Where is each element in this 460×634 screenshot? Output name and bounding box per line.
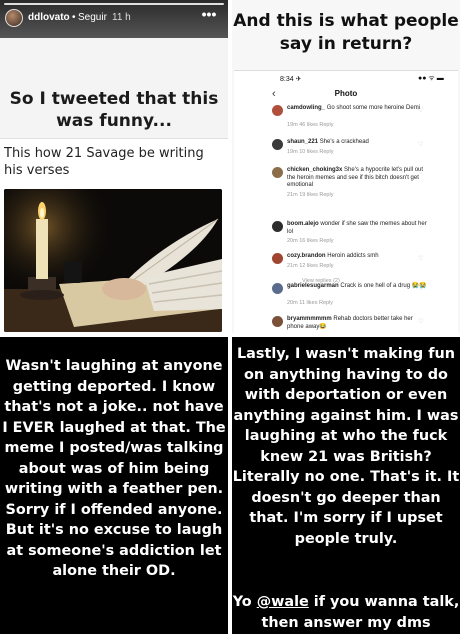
story-username[interactable]: ddlovato: [28, 12, 70, 23]
screen-title: Photo: [334, 89, 358, 98]
story-progress-bar: [4, 3, 224, 5]
more-options-icon[interactable]: •••: [196, 6, 222, 26]
comment-text: camdowling_ Go shoot some more heroine D…: [287, 105, 427, 113]
panel-heading: And this is what people say in return?: [233, 11, 459, 54]
comment-text: bryammmmmm Rehab doctors better take her…: [287, 316, 427, 331]
comment-text: gabrielesugarman Crack is one hell of a …: [287, 283, 427, 291]
follow-button[interactable]: Seguir: [78, 12, 107, 23]
candle-quill-photo: [4, 189, 222, 332]
comment-body: Crack is one hell of a drug 😭😭: [340, 283, 427, 289]
comment-body: Go shoot some more heroine Demi: [326, 105, 421, 111]
comment-username[interactable]: cozy.brandon: [287, 253, 326, 259]
avatar[interactable]: [5, 9, 23, 27]
story-text-mention: Yo @wale if you wanna talk, then answer …: [232, 592, 460, 633]
header-separator: •: [72, 12, 76, 23]
avatar[interactable]: [272, 253, 283, 264]
story-panel-comments: And this is what people say in return? 8…: [232, 0, 460, 333]
avatar[interactable]: [272, 283, 283, 294]
tweet-card: This how 21 Savage be writing his verses: [0, 138, 228, 333]
comment-meta[interactable]: 20m 11 likes Reply: [287, 300, 333, 306]
story-header: ddlovato • Seguir 11 h •••: [0, 0, 228, 38]
comment-text: shaun_221 She's a crackhead: [287, 139, 427, 147]
comment-meta[interactable]: 19m 46 likes Reply: [287, 122, 333, 128]
comment-meta[interactable]: 20m 16 likes Reply: [287, 238, 333, 244]
comment-meta[interactable]: 21m 12 likes Reply: [287, 263, 333, 269]
story-text-clarification: Lastly, I wasn't making fun on anything …: [232, 346, 460, 547]
story-timestamp: 11 h: [112, 12, 131, 23]
comment-body: She's a crackhead: [319, 139, 369, 145]
mention-link[interactable]: @wale: [257, 594, 309, 610]
avatar[interactable]: [272, 167, 283, 178]
comment-username[interactable]: chicken_choking3x: [287, 167, 342, 173]
comment-username[interactable]: camdowling_: [287, 105, 325, 111]
comment-username[interactable]: bryammmmmm: [287, 316, 332, 322]
comment-text: cozy.brandon Heroin addicts smh: [287, 253, 427, 261]
status-icons: ●● ᯤ ▬: [418, 75, 444, 82]
tweet-text: This how 21 Savage be writing his verses: [4, 146, 204, 178]
heart-icon[interactable]: ♡: [418, 169, 423, 176]
avatar[interactable]: [272, 221, 283, 232]
candle-quill-illustration: [4, 189, 222, 332]
comment-text: boom.alejo wonder if she saw the memes a…: [287, 221, 427, 236]
status-time: 8:34 ✈: [280, 76, 302, 83]
heart-icon[interactable]: ♡: [418, 107, 423, 114]
story-panel-clarification: Lastly, I wasn't making fun on anything …: [232, 337, 460, 634]
comment-username[interactable]: shaun_221: [287, 139, 318, 145]
heart-icon[interactable]: ♡: [418, 141, 423, 148]
comment-body: Heroin addicts smh: [327, 253, 379, 259]
heart-icon[interactable]: ♡: [418, 318, 423, 325]
panel-caption: So I tweeted that this was funny...: [9, 89, 219, 131]
heart-icon[interactable]: ♡: [418, 223, 423, 230]
comment-username[interactable]: boom.alejo: [287, 221, 319, 227]
avatar[interactable]: [272, 139, 283, 150]
mention-prefix: Yo: [232, 594, 257, 610]
story-panel-tweet: ddlovato • Seguir 11 h ••• So I tweeted …: [0, 0, 228, 333]
comment-meta[interactable]: 19m 10 likes Reply: [287, 149, 333, 155]
avatar[interactable]: [272, 316, 283, 327]
comment-username[interactable]: gabrielesugarman: [287, 283, 339, 289]
comment-text: chicken_choking3x She's a hypocrite let'…: [287, 167, 427, 190]
avatar[interactable]: [272, 105, 283, 116]
comment-meta[interactable]: 21m 19 likes Reply: [287, 192, 333, 198]
instagram-screenshot: 8:34 ✈ ●● ᯤ ▬ ‹ Photo camdowling_ Go sho…: [234, 70, 458, 333]
story-panel-apology: Wasn't laughing at anyone getting deport…: [0, 337, 228, 634]
heart-icon[interactable]: ♡: [418, 255, 423, 262]
heart-icon[interactable]: ♡: [418, 285, 423, 292]
story-text-apology: Wasn't laughing at anyone getting deport…: [2, 358, 226, 579]
